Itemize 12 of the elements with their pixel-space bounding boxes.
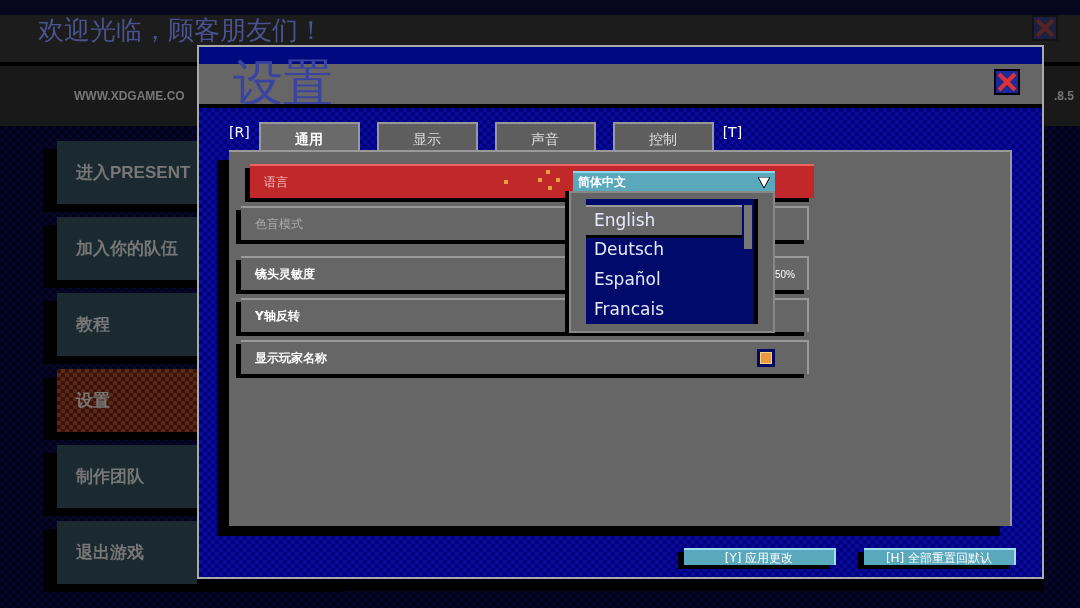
setting-label: 语言: [264, 174, 288, 191]
welcome-title: 欢迎光临，顾客朋友们！: [38, 17, 324, 43]
setting-label: Y轴反转: [255, 308, 300, 325]
slider-reading: 50%: [775, 267, 795, 282]
setting-label: 镜头灵敏度: [255, 266, 315, 283]
key-hint: [T]: [722, 123, 743, 142]
setting-label: 色盲模式: [255, 216, 303, 233]
setting-label: 显示玩家名称: [255, 350, 327, 367]
version-number: .8.5: [1054, 88, 1074, 105]
key-hint: [R]: [229, 123, 250, 142]
dialog-title: 设置: [233, 58, 333, 108]
website-url: WWW.XDGAME.CO: [74, 88, 185, 105]
